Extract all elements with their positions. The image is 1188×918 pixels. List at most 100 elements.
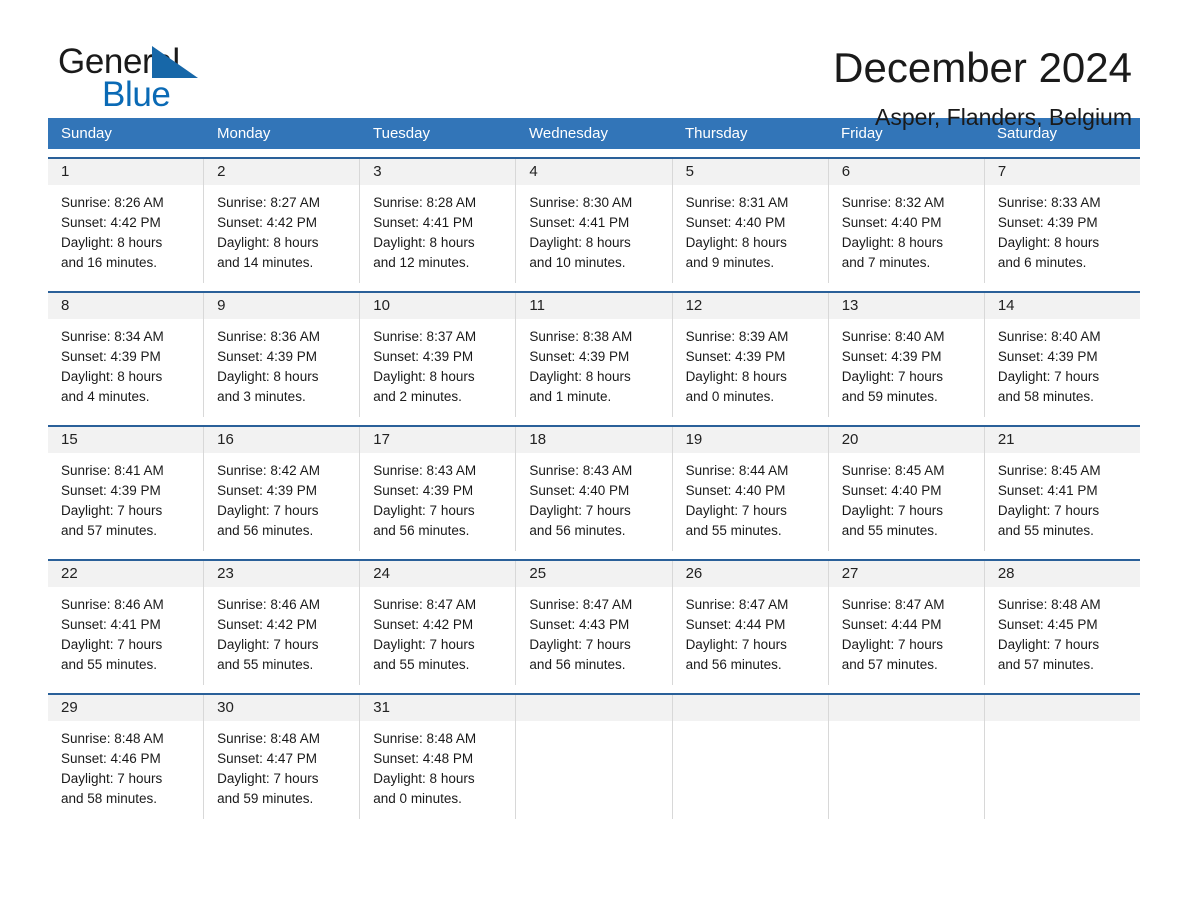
- daylight-text-line2: and 6 minutes.: [997, 255, 1087, 270]
- day-cell[interactable]: 6 Sunrise: 8:32 AM Sunset: 4:40 PM Dayli…: [828, 159, 985, 283]
- day-cell[interactable]: 23 Sunrise: 8:46 AM Sunset: 4:42 PM Dayl…: [204, 561, 361, 685]
- sunset-text: Sunset: 4:42 PM: [61, 215, 161, 230]
- day-cell[interactable]: 2 Sunrise: 8:27 AM Sunset: 4:42 PM Dayli…: [204, 159, 361, 283]
- sunrise-text: Sunrise: 8:47 AM: [841, 597, 945, 612]
- day-cell[interactable]: 10 Sunrise: 8:37 AM Sunset: 4:39 PM Dayl…: [360, 293, 517, 417]
- day-cell[interactable]: 14 Sunrise: 8:40 AM Sunset: 4:39 PM Dayl…: [984, 293, 1140, 417]
- day-cell[interactable]: 15 Sunrise: 8:41 AM Sunset: 4:39 PM Dayl…: [48, 427, 205, 551]
- day-cell[interactable]: 31 Sunrise: 8:48 AM Sunset: 4:48 PM Dayl…: [360, 695, 517, 819]
- daylight-text-line1: Daylight: 8 hours: [373, 369, 475, 384]
- weekday-saturday: Saturday: [997, 124, 1058, 142]
- day-details: Sunrise: 8:45 AM Sunset: 4:40 PM Dayligh…: [829, 453, 984, 541]
- day-cell[interactable]: 11 Sunrise: 8:38 AM Sunset: 4:39 PM Dayl…: [516, 293, 673, 417]
- daylight-text-line2: and 55 minutes.: [217, 657, 314, 672]
- day-details: Sunrise: 8:43 AM Sunset: 4:40 PM Dayligh…: [516, 453, 671, 541]
- day-cell[interactable]: 13 Sunrise: 8:40 AM Sunset: 4:39 PM Dayl…: [828, 293, 985, 417]
- day-details: Sunrise: 8:42 AM Sunset: 4:39 PM Dayligh…: [204, 453, 359, 541]
- day-number: 3: [360, 159, 516, 185]
- day-cell[interactable]: 25 Sunrise: 8:47 AM Sunset: 4:43 PM Dayl…: [516, 561, 673, 685]
- day-details: Sunrise: 8:46 AM Sunset: 4:42 PM Dayligh…: [204, 587, 359, 675]
- week-row: 1 Sunrise: 8:26 AM Sunset: 4:42 PM Dayli…: [48, 157, 1140, 283]
- day-details: Sunrise: 8:31 AM Sunset: 4:40 PM Dayligh…: [673, 185, 828, 273]
- day-cell[interactable]: 20 Sunrise: 8:45 AM Sunset: 4:40 PM Dayl…: [828, 427, 985, 551]
- day-cell[interactable]: 7 Sunrise: 8:33 AM Sunset: 4:39 PM Dayli…: [984, 159, 1140, 283]
- daylight-text-line1: Daylight: 7 hours: [373, 637, 475, 652]
- sunrise-text: Sunrise: 8:47 AM: [685, 597, 789, 612]
- daylight-text-line1: Daylight: 8 hours: [529, 235, 631, 250]
- day-cell[interactable]: 24 Sunrise: 8:47 AM Sunset: 4:42 PM Dayl…: [360, 561, 517, 685]
- day-cell[interactable]: 1 Sunrise: 8:26 AM Sunset: 4:42 PM Dayli…: [48, 159, 205, 283]
- day-details: Sunrise: 8:27 AM Sunset: 4:42 PM Dayligh…: [204, 185, 359, 273]
- day-cell[interactable]: 30 Sunrise: 8:48 AM Sunset: 4:47 PM Dayl…: [204, 695, 361, 819]
- day-cell-empty: [984, 695, 1140, 819]
- daylight-text-line2: and 55 minutes.: [373, 657, 470, 672]
- day-details: Sunrise: 8:33 AM Sunset: 4:39 PM Dayligh…: [985, 185, 1140, 273]
- daylight-text-line2: and 57 minutes.: [997, 657, 1094, 672]
- sunrise-text: Sunrise: 8:41 AM: [61, 463, 164, 478]
- calendar-grid: Sunday Monday Tuesday Wednesday Thursday…: [48, 118, 1140, 819]
- daylight-text-line2: and 56 minutes.: [529, 657, 626, 672]
- sunrise-text: Sunrise: 8:46 AM: [61, 597, 164, 612]
- sunset-text: Sunset: 4:42 PM: [217, 617, 317, 632]
- day-number: 27: [828, 561, 984, 587]
- day-cell-empty: [672, 695, 829, 819]
- day-details: Sunrise: 8:40 AM Sunset: 4:39 PM Dayligh…: [829, 319, 984, 407]
- sunset-text: Sunset: 4:40 PM: [841, 215, 942, 230]
- sunrise-text: Sunrise: 8:36 AM: [217, 329, 320, 344]
- daylight-text-line1: Daylight: 7 hours: [61, 503, 163, 518]
- day-cell[interactable]: 19 Sunrise: 8:44 AM Sunset: 4:40 PM Dayl…: [672, 427, 829, 551]
- day-cell[interactable]: 12 Sunrise: 8:39 AM Sunset: 4:39 PM Dayl…: [672, 293, 829, 417]
- day-details: Sunrise: 8:39 AM Sunset: 4:39 PM Dayligh…: [673, 319, 828, 407]
- day-cell[interactable]: 17 Sunrise: 8:43 AM Sunset: 4:39 PM Dayl…: [360, 427, 517, 551]
- day-cell[interactable]: 27 Sunrise: 8:47 AM Sunset: 4:44 PM Dayl…: [828, 561, 985, 685]
- sunrise-text: Sunrise: 8:31 AM: [685, 195, 789, 210]
- sunset-text: Sunset: 4:44 PM: [841, 617, 942, 632]
- daylight-text-line1: Daylight: 7 hours: [997, 503, 1100, 518]
- sunrise-text: Sunrise: 8:43 AM: [373, 463, 477, 478]
- day-details: Sunrise: 8:46 AM Sunset: 4:41 PM Dayligh…: [48, 587, 203, 675]
- daylight-text-line2: and 0 minutes.: [685, 389, 775, 404]
- day-cell[interactable]: 16 Sunrise: 8:42 AM Sunset: 4:39 PM Dayl…: [204, 427, 361, 551]
- daylight-text-line1: Daylight: 7 hours: [529, 503, 631, 518]
- sunset-text: Sunset: 4:39 PM: [217, 483, 317, 498]
- day-cell[interactable]: 29 Sunrise: 8:48 AM Sunset: 4:46 PM Dayl…: [48, 695, 205, 819]
- day-number: 10: [360, 293, 516, 319]
- sunset-text: Sunset: 4:41 PM: [61, 617, 161, 632]
- day-cell[interactable]: 4 Sunrise: 8:30 AM Sunset: 4:41 PM Dayli…: [516, 159, 673, 283]
- day-cell[interactable]: 5 Sunrise: 8:31 AM Sunset: 4:40 PM Dayli…: [672, 159, 829, 283]
- day-number: 1: [48, 159, 204, 185]
- sunset-text: Sunset: 4:48 PM: [373, 751, 474, 766]
- sunset-text: Sunset: 4:42 PM: [373, 617, 474, 632]
- sunset-text: Sunset: 4:39 PM: [373, 349, 474, 364]
- daylight-text-line1: Daylight: 8 hours: [685, 369, 787, 384]
- day-details: Sunrise: 8:48 AM Sunset: 4:48 PM Dayligh…: [360, 721, 515, 809]
- daylight-text-line1: Daylight: 8 hours: [373, 771, 475, 786]
- day-number: 22: [48, 561, 204, 587]
- weekday-friday: Friday: [841, 124, 883, 142]
- day-details: Sunrise: 8:48 AM Sunset: 4:45 PM Dayligh…: [985, 587, 1140, 675]
- daylight-text-line2: and 56 minutes.: [217, 523, 314, 538]
- sunrise-text: Sunrise: 8:26 AM: [61, 195, 164, 210]
- day-cell-empty: [828, 695, 985, 819]
- daylight-text-line2: and 2 minutes.: [373, 389, 462, 404]
- day-cell[interactable]: 3 Sunrise: 8:28 AM Sunset: 4:41 PM Dayli…: [360, 159, 517, 283]
- day-cell[interactable]: 18 Sunrise: 8:43 AM Sunset: 4:40 PM Dayl…: [516, 427, 673, 551]
- daylight-text-line2: and 1 minute.: [529, 389, 612, 404]
- day-details: Sunrise: 8:40 AM Sunset: 4:39 PM Dayligh…: [985, 319, 1140, 407]
- day-cell[interactable]: 22 Sunrise: 8:46 AM Sunset: 4:41 PM Dayl…: [48, 561, 205, 685]
- sunset-text: Sunset: 4:40 PM: [529, 483, 630, 498]
- daylight-text-line2: and 55 minutes.: [997, 523, 1094, 538]
- daylight-text-line2: and 59 minutes.: [841, 389, 938, 404]
- sunrise-text: Sunrise: 8:45 AM: [997, 463, 1101, 478]
- day-cell[interactable]: 21 Sunrise: 8:45 AM Sunset: 4:41 PM Dayl…: [984, 427, 1140, 551]
- day-number: 4: [516, 159, 672, 185]
- day-cell[interactable]: 26 Sunrise: 8:47 AM Sunset: 4:44 PM Dayl…: [672, 561, 829, 685]
- day-cell[interactable]: 9 Sunrise: 8:36 AM Sunset: 4:39 PM Dayli…: [204, 293, 361, 417]
- daylight-text-line2: and 55 minutes.: [61, 657, 158, 672]
- day-cell[interactable]: 28 Sunrise: 8:48 AM Sunset: 4:45 PM Dayl…: [984, 561, 1140, 685]
- daylight-text-line2: and 55 minutes.: [841, 523, 938, 538]
- day-cell[interactable]: 8 Sunrise: 8:34 AM Sunset: 4:39 PM Dayli…: [48, 293, 205, 417]
- daylight-text-line1: Daylight: 8 hours: [61, 369, 163, 384]
- sunrise-text: Sunrise: 8:34 AM: [61, 329, 164, 344]
- sunrise-text: Sunrise: 8:39 AM: [685, 329, 789, 344]
